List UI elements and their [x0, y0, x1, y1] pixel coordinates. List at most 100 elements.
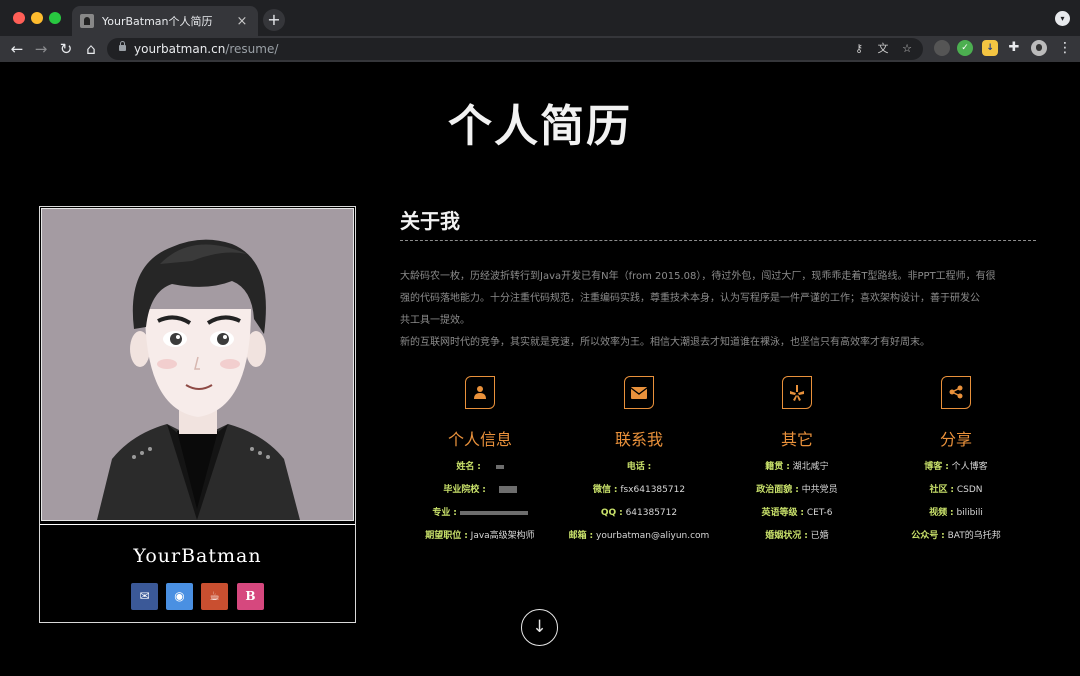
- translate-icon[interactable]: 文: [875, 41, 891, 57]
- row-separator: :: [949, 508, 954, 518]
- row-separator: :: [795, 485, 799, 495]
- row-separator: :: [950, 485, 954, 495]
- row-separator: :: [941, 531, 945, 541]
- row-separator: :: [800, 508, 804, 518]
- about-line: 共工具一提效。: [400, 315, 470, 326]
- url-text[interactable]: yourbatman.cn/resume/: [134, 42, 278, 56]
- row-separator: :: [647, 462, 652, 472]
- browser-toolbar: ← → ↻ ⌂ yourbatman.cn/resume/ ⚷ 文 ☆: [0, 36, 1080, 62]
- row-separator: :: [482, 485, 486, 495]
- menu-icon[interactable]: ⋮: [1057, 39, 1073, 57]
- row-separator: :: [804, 531, 808, 541]
- row-label: 政治面貌: [756, 485, 793, 495]
- redacted-value: [498, 486, 517, 493]
- row-value[interactable]: 个人博客: [952, 462, 988, 472]
- tab-title: YourBatman个人简历: [102, 15, 213, 28]
- row-label: 姓名: [456, 462, 475, 472]
- blog-icon[interactable]: B: [237, 583, 264, 610]
- new-tab-button[interactable]: +: [263, 9, 285, 31]
- row-value: Java高级架构师: [470, 531, 535, 541]
- row-value[interactable]: bilibili: [956, 508, 982, 518]
- profile-card: YourBatman ✉ ◉ ☕ B: [39, 206, 356, 623]
- browser-titlebar: YourBatman个人简历 × + ▾: [0, 0, 1080, 36]
- share-icon: [941, 376, 971, 409]
- share-row-wechat-account: 公众号 : BAT的乌托邦: [861, 529, 1051, 552]
- row-label: 婚姻状况: [765, 531, 802, 541]
- page-title: 个人简历: [448, 101, 632, 152]
- row-separator: :: [477, 462, 481, 472]
- favicon-icon: [80, 14, 94, 28]
- redacted-value: [459, 510, 528, 515]
- about-line: 新的互联网时代的竞争，其实就是竞速，所以效率为王。相信大潮退去才知道谁在裸泳，也…: [400, 337, 930, 348]
- row-label: 电话: [626, 462, 645, 472]
- about-title: 关于我: [400, 209, 460, 233]
- row-value: fsx641385712: [620, 485, 686, 495]
- row-separator: :: [619, 508, 623, 518]
- url-path: /resume/: [225, 42, 279, 56]
- row-value: 641385712: [625, 508, 678, 518]
- star-icon[interactable]: ☆: [899, 41, 915, 57]
- scroll-down-button[interactable]: ↓: [521, 609, 558, 646]
- download-extension-icon[interactable]: ↓: [982, 40, 998, 56]
- about-divider: [400, 240, 1036, 241]
- github-icon[interactable]: ◉: [166, 583, 193, 610]
- row-value: BAT的乌托邦: [947, 531, 1001, 541]
- minimize-window-button[interactable]: [31, 12, 43, 24]
- home-icon[interactable]: ⌂: [81, 39, 101, 59]
- row-separator: :: [464, 531, 468, 541]
- url-domain: yourbatman.cn: [134, 42, 226, 56]
- tab-close-icon[interactable]: ×: [234, 14, 250, 29]
- maximize-window-button[interactable]: [49, 12, 61, 24]
- close-window-button[interactable]: [13, 12, 25, 24]
- row-separator: :: [613, 485, 618, 495]
- row-label: 英语等级: [761, 508, 798, 518]
- yelp-icon: [782, 376, 812, 409]
- extension-icon[interactable]: [934, 40, 950, 56]
- profile-icon[interactable]: [1031, 40, 1047, 56]
- tab-search-icon[interactable]: ▾: [1055, 11, 1070, 26]
- row-separator: :: [453, 508, 457, 518]
- row-label: 籍贯: [765, 462, 784, 472]
- row-value: 中共党员: [801, 485, 838, 495]
- redacted-value: [495, 464, 504, 469]
- forward-icon[interactable]: →: [31, 39, 51, 59]
- mail-icon[interactable]: ✉: [131, 583, 158, 610]
- reload-icon[interactable]: ↻: [56, 39, 76, 59]
- puzzle-icon[interactable]: ✚: [1006, 40, 1022, 56]
- row-separator: :: [589, 531, 594, 541]
- column-title: 分享: [939, 430, 972, 449]
- row-label: 邮箱: [568, 531, 587, 541]
- row-value[interactable]: CSDN: [957, 485, 983, 495]
- coffee-icon[interactable]: ☕: [201, 583, 228, 610]
- row-value: 已婚: [810, 531, 829, 541]
- share-row-community: 社区 : CSDN: [861, 483, 1051, 506]
- extension-check-icon[interactable]: ✓: [957, 40, 973, 56]
- about-line: 大龄码农一枚，历经波折转行到Java开发已有N年（from 2015.08），待…: [400, 271, 996, 282]
- user-icon: [465, 376, 495, 409]
- browser-tab[interactable]: YourBatman个人简历 ×: [72, 6, 258, 36]
- about-text: 大龄码农一枚，历经波折转行到Java开发已有N年（from 2015.08），待…: [400, 266, 1036, 354]
- envelope-icon: [624, 376, 654, 409]
- row-value[interactable]: yourbatman@aliyun.com: [596, 531, 709, 541]
- lock-icon[interactable]: [119, 41, 126, 51]
- row-label: QQ: [600, 508, 617, 518]
- row-label: 专业: [432, 508, 451, 518]
- row-label: 公众号: [911, 531, 939, 541]
- avatar: [41, 208, 354, 521]
- row-value: CET-6: [806, 508, 833, 518]
- row-label: 毕业院校: [443, 485, 480, 495]
- profile-name-box: YourBatman ✉ ◉ ☕ B: [40, 524, 355, 622]
- back-icon[interactable]: ←: [7, 39, 27, 59]
- share-row-blog: 博客 : 个人博客: [861, 460, 1051, 483]
- profile-name: YourBatman: [133, 545, 262, 567]
- share-row-video: 视频 : bilibili: [861, 506, 1051, 529]
- row-value: 湖北咸宁: [792, 462, 829, 472]
- row-label: 社区: [929, 485, 948, 495]
- address-bar[interactable]: yourbatman.cn/resume/ ⚷ 文 ☆: [107, 38, 923, 60]
- about-line: 强的代码落地能力。十分注重代码规范，注重编码实践，尊重技术本身，认为写程序是一件…: [400, 293, 980, 304]
- row-label: 视频: [929, 508, 948, 518]
- row-label: 博客: [924, 462, 943, 472]
- key-icon[interactable]: ⚷: [851, 41, 867, 57]
- row-label: 微信: [592, 485, 611, 495]
- row-separator: :: [786, 462, 790, 472]
